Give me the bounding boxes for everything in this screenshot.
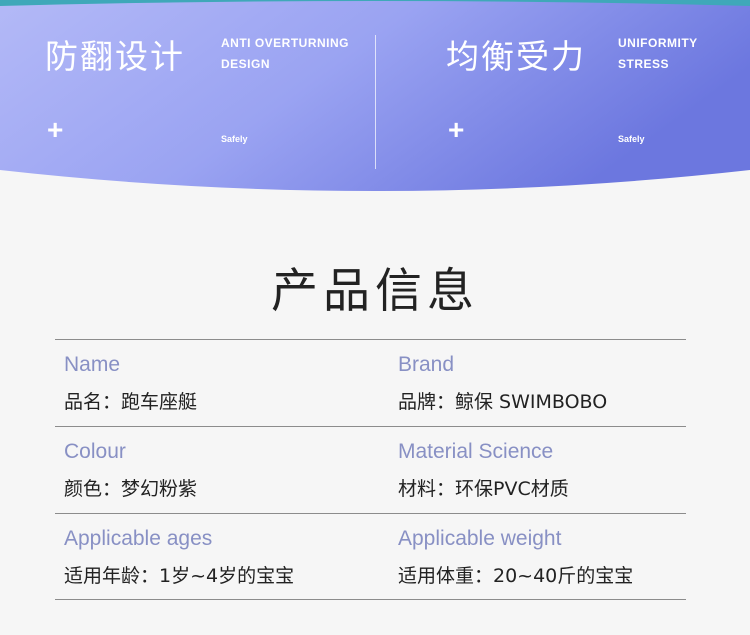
feature-title-cn: 防翻设计 <box>45 37 185 76</box>
feature-banner: 防翻设计 ANTI OVERTURNING DESIGN + Safely 均衡… <box>0 0 750 196</box>
section-title: 产品信息 <box>271 264 479 319</box>
info-label: Applicable weight <box>398 527 562 550</box>
info-label: Colour <box>64 440 126 463</box>
info-value: 颜色：梦幻粉紫 <box>64 478 198 500</box>
plus-icon: + <box>47 114 64 145</box>
feature-caption: Safely <box>618 134 645 144</box>
info-value: 品名：跑车座艇 <box>64 391 198 413</box>
info-value: 材料：环保PVC材质 <box>398 478 569 500</box>
table-row: Applicable ages 适用年龄：1岁~4岁的宝宝 Applicable… <box>55 513 686 600</box>
feature-title-cn: 均衡受力 <box>446 37 586 76</box>
info-label: Material Science <box>398 440 554 463</box>
plus-icon: + <box>448 114 465 145</box>
info-value: 品牌：鲸保 SWIMBOBO <box>398 391 608 413</box>
table-row: Name 品名：跑车座艇 Brand 品牌：鲸保 SWIMBOBO <box>55 339 686 426</box>
table-row: Colour 颜色：梦幻粉紫 Material Science 材料：环保PVC… <box>55 426 686 513</box>
feature-anti-overturning: 防翻设计 ANTI OVERTURNING DESIGN + Safely <box>45 0 365 170</box>
info-label: Applicable ages <box>64 527 213 550</box>
feature-caption: Safely <box>221 134 248 144</box>
feature-uniformity-stress: 均衡受力 UNIFORMITY STRESS + Safely <box>446 0 736 170</box>
info-value: 适用体重：20~40斤的宝宝 <box>398 565 634 587</box>
info-label: Name <box>64 353 121 376</box>
product-info-table: Name 品名：跑车座艇 Brand 品牌：鲸保 SWIMBOBO Colour… <box>55 339 686 600</box>
info-label: Brand <box>398 353 455 376</box>
banner-divider <box>375 35 376 169</box>
info-value: 适用年龄：1岁~4岁的宝宝 <box>64 565 295 587</box>
feature-title-en: UNIFORMITY STRESS <box>618 36 698 71</box>
feature-title-en: ANTI OVERTURNING DESIGN <box>221 36 349 71</box>
